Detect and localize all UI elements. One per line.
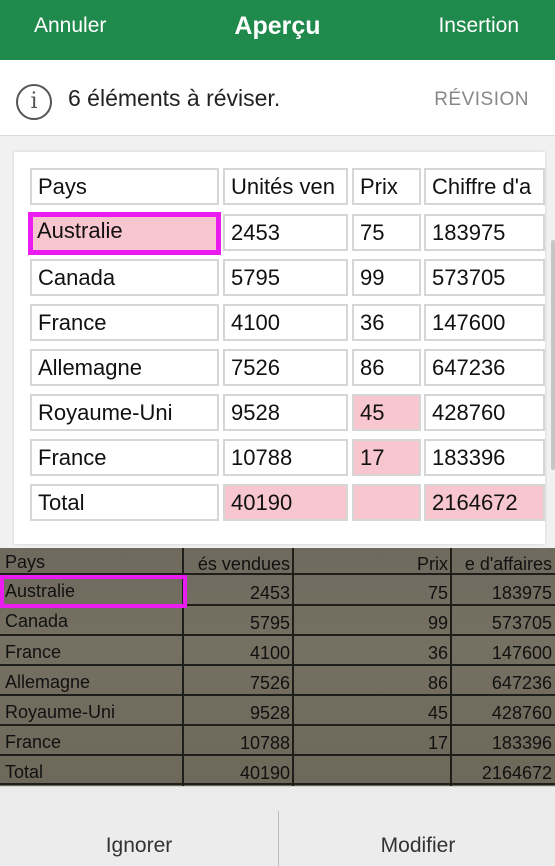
photo-cell: Canada <box>5 611 69 631</box>
table-cell-country[interactable]: Australie <box>28 212 221 255</box>
photo-cell: 2164672 <box>481 763 552 783</box>
photo-cell: 45 <box>427 703 448 723</box>
preview-table-card: Pays Unités ven Prix Chiffre d'a Austral… <box>14 152 545 544</box>
photo-cell: 86 <box>427 673 448 693</box>
photo-header-revenue: e d'affaires <box>464 554 552 574</box>
table-cell-country[interactable]: France <box>30 439 219 476</box>
photo-cell: 7526 <box>249 673 290 693</box>
table-cell-revenue[interactable]: 183396 <box>424 439 545 476</box>
photo-cell: 183396 <box>491 733 552 753</box>
photo-cell: 573705 <box>491 613 552 633</box>
table-cell-country[interactable]: Canada <box>30 259 219 296</box>
photo-header-price: Prix <box>417 554 448 574</box>
source-photo: Pays és vendues Prix e d'affaires Austra… <box>0 548 555 786</box>
header-cell-price[interactable]: Prix <box>352 168 421 205</box>
table-cell-units[interactable]: 4100 <box>223 304 348 341</box>
table-cell-units[interactable]: 7526 <box>223 349 348 386</box>
photo-cell: 2453 <box>249 583 290 603</box>
table-cell-price[interactable]: 99 <box>352 259 421 296</box>
photo-cell: Total <box>5 762 44 782</box>
header-cell-units[interactable]: Unités ven <box>223 168 348 205</box>
table-cell-price[interactable]: 45 <box>352 394 421 431</box>
review-button[interactable]: RÉVISION <box>434 89 529 111</box>
table-cell-revenue[interactable]: 647236 <box>424 349 545 386</box>
scrollbar-thumb[interactable] <box>551 240 555 470</box>
photo-cell: 17 <box>427 733 448 753</box>
table-cell-revenue[interactable]: 183975 <box>424 214 545 251</box>
table-cell-units[interactable]: 9528 <box>223 394 348 431</box>
header-cell-country[interactable]: Pays <box>30 168 219 205</box>
photo-cell: 4100 <box>249 643 290 663</box>
review-count-message: 6 éléments à réviser. <box>68 85 281 111</box>
photo-cell: France <box>5 732 62 752</box>
photo-selection-highlight <box>0 575 187 608</box>
photo-cell: Allemagne <box>5 672 91 692</box>
ignore-button[interactable]: Ignorer <box>0 834 278 858</box>
edit-button[interactable]: Modifier <box>279 834 555 858</box>
photo-cell: 99 <box>427 613 448 633</box>
photo-cell: 147600 <box>491 643 552 663</box>
photo-cell: 40190 <box>239 763 290 783</box>
photo-cell: 10788 <box>239 733 290 753</box>
action-bar: Ignorer Modifier <box>0 786 555 866</box>
table-cell-revenue[interactable]: 573705 <box>424 259 545 296</box>
table-cell-price[interactable]: 86 <box>352 349 421 386</box>
table-cell-price[interactable]: 17 <box>352 439 421 476</box>
table-cell-price[interactable] <box>352 484 421 521</box>
table-cell-country[interactable]: France <box>30 304 219 341</box>
photo-cell: 428760 <box>491 703 552 723</box>
photo-header-country: Pays <box>5 552 46 572</box>
photo-cell: 75 <box>427 583 448 603</box>
table-cell-units[interactable]: 40190 <box>223 484 348 521</box>
table-cell-revenue[interactable]: 147600 <box>424 304 545 341</box>
table-cell-country[interactable]: Total <box>30 484 219 521</box>
photo-cell: 9528 <box>249 703 290 723</box>
table-cell-price[interactable]: 36 <box>352 304 421 341</box>
insert-button[interactable]: Insertion <box>438 14 519 38</box>
header-cell-revenue[interactable]: Chiffre d'a <box>424 168 545 205</box>
table-cell-revenue[interactable]: 2164672 <box>424 484 545 521</box>
table-cell-units[interactable]: 10788 <box>223 439 348 476</box>
table-cell-price[interactable]: 75 <box>352 214 421 251</box>
photo-cell: 36 <box>427 643 448 663</box>
table-cell-country[interactable]: Allemagne <box>30 349 219 386</box>
photo-cell: 647236 <box>491 673 552 693</box>
app-header: Annuler Aperçu Insertion <box>0 0 555 60</box>
photo-header-units: és vendues <box>197 554 290 574</box>
table-cell-units[interactable]: 2453 <box>223 214 348 251</box>
photo-cell: 183975 <box>491 583 552 603</box>
table-cell-units[interactable]: 5795 <box>223 259 348 296</box>
table-cell-revenue[interactable]: 428760 <box>424 394 545 431</box>
table-cell-country[interactable]: Royaume-Uni <box>30 394 219 431</box>
info-icon: i <box>16 84 52 120</box>
photo-cell: France <box>5 642 62 662</box>
photo-cell: Royaume-Uni <box>5 702 116 722</box>
photo-cell: 5795 <box>249 613 290 633</box>
